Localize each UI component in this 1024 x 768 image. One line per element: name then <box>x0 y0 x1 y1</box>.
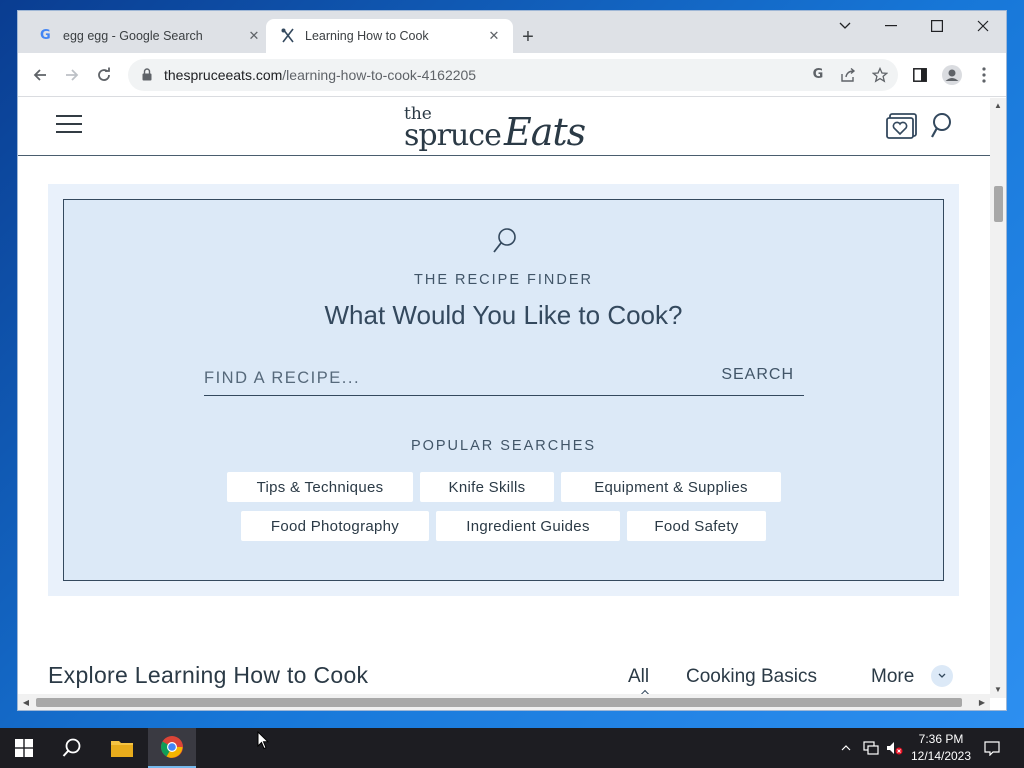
finder-title: What Would You Like to Cook? <box>324 300 683 330</box>
browser-toolbar: thespruceeats.com/learning-how-to-cook-4… <box>18 53 1006 97</box>
url-path: /learning-how-to-cook-4162205 <box>282 67 477 83</box>
chip-equipment-supplies[interactable]: Equipment & Supplies <box>561 472 781 502</box>
clock-date: 12/14/2023 <box>910 749 972 763</box>
share-icon[interactable] <box>840 67 856 83</box>
browser-window: G egg egg - Google Search ✕ Learning How… <box>17 10 1007 711</box>
tab-learning-how-to-cook[interactable]: Learning How to Cook ✕ <box>266 19 513 53</box>
horizontal-scrollbar[interactable]: ◀ ▶ <box>18 694 990 710</box>
finder-kicker: THE RECIPE FINDER <box>413 272 593 288</box>
close-icon[interactable]: ✕ <box>245 27 263 45</box>
tab-title: Learning How to Cook <box>305 29 429 43</box>
close-icon[interactable]: ✕ <box>485 27 503 45</box>
chevron-down-icon[interactable] <box>931 665 953 687</box>
new-tab-button[interactable]: + <box>516 25 540 49</box>
profile-avatar-icon[interactable] <box>940 63 964 87</box>
back-button[interactable] <box>28 63 52 87</box>
page-viewport: the spruce Eats THE RECIPE FINDER What W… <box>18 98 990 698</box>
recipe-search-input[interactable] <box>204 364 704 392</box>
chip-food-photography[interactable]: Food Photography <box>241 511 429 541</box>
site-logo[interactable]: the spruce Eats <box>404 104 586 154</box>
chip-food-safety[interactable]: Food Safety <box>627 511 766 541</box>
url-host: thespruceeats.com <box>164 67 283 83</box>
search-button[interactable]: SEARCH <box>721 366 794 384</box>
vertical-scrollbar[interactable]: ▲ ▼ <box>990 98 1006 698</box>
logo-eats: Eats <box>504 110 586 154</box>
chip-ingredient-guides[interactable]: Ingredient Guides <box>436 511 620 541</box>
taskbar: 7:36 PM 12/14/2023 <box>0 728 1024 768</box>
hamburger-menu-icon[interactable] <box>56 114 82 134</box>
site-header: the spruce Eats <box>18 98 990 156</box>
logo-spruce: spruce <box>404 118 502 153</box>
spoon-fork-icon <box>280 28 296 44</box>
close-window-button[interactable] <box>960 11 1006 41</box>
search-icon[interactable] <box>930 112 962 142</box>
recipe-finder-section: THE RECIPE FINDER What Would You Like to… <box>48 184 959 596</box>
notification-icon[interactable] <box>978 728 1006 768</box>
chip-tips-techniques[interactable]: Tips & Techniques <box>227 472 413 502</box>
recipe-search-row: SEARCH <box>204 360 804 396</box>
tab-strip: G egg egg - Google Search ✕ Learning How… <box>18 11 1006 53</box>
scroll-right-arrow-icon[interactable]: ▶ <box>974 694 990 710</box>
scroll-down-arrow-icon[interactable]: ▼ <box>990 682 1006 696</box>
vertical-scroll-thumb[interactable] <box>994 186 1003 222</box>
clock-time: 7:36 PM <box>918 732 964 746</box>
side-panel-icon[interactable] <box>908 63 932 87</box>
chrome-taskbar-icon[interactable] <box>148 728 196 768</box>
volume-muted-icon[interactable] <box>884 728 906 768</box>
tab-title: egg egg - Google Search <box>63 29 203 43</box>
google-icon: G <box>40 28 51 43</box>
tab-all[interactable]: All <box>628 666 649 688</box>
file-explorer-icon[interactable] <box>98 728 146 768</box>
mouse-cursor-icon <box>257 730 270 750</box>
magnifier-icon <box>491 226 519 254</box>
windows-start-icon[interactable] <box>0 728 48 768</box>
tab-more[interactable]: More <box>871 666 914 688</box>
tray-chevron-up-icon[interactable] <box>838 728 854 768</box>
tab-cooking-basics[interactable]: Cooking Basics <box>686 666 817 688</box>
scroll-up-arrow-icon[interactable]: ▲ <box>990 98 1006 112</box>
explore-heading: Explore Learning How to Cook <box>48 662 369 688</box>
forward-button[interactable] <box>60 63 84 87</box>
tab-google-search[interactable]: G egg egg - Google Search ✕ <box>26 19 273 53</box>
chip-knife-skills[interactable]: Knife Skills <box>420 472 554 502</box>
reload-button[interactable] <box>92 63 116 87</box>
search-icon[interactable] <box>48 728 96 768</box>
saved-recipes-icon[interactable] <box>886 112 918 142</box>
minimize-button[interactable] <box>868 11 914 41</box>
tab-search-icon[interactable] <box>822 11 868 41</box>
menu-kebab-icon[interactable] <box>972 63 996 87</box>
scroll-left-arrow-icon[interactable]: ◀ <box>18 694 34 710</box>
google-lens-icon[interactable]: G <box>810 67 826 83</box>
horizontal-scroll-thumb[interactable] <box>36 698 962 707</box>
address-bar[interactable]: thespruceeats.com/learning-how-to-cook-4… <box>128 59 898 91</box>
bookmark-star-icon[interactable] <box>872 67 888 83</box>
maximize-button[interactable] <box>914 11 960 41</box>
network-icon[interactable] <box>860 728 882 768</box>
taskbar-clock[interactable]: 7:36 PM 12/14/2023 <box>904 731 978 765</box>
popular-searches-label: POPULAR SEARCHES <box>410 438 597 454</box>
recipe-finder-box: THE RECIPE FINDER What Would You Like to… <box>63 199 944 581</box>
lock-icon[interactable] <box>142 68 154 82</box>
